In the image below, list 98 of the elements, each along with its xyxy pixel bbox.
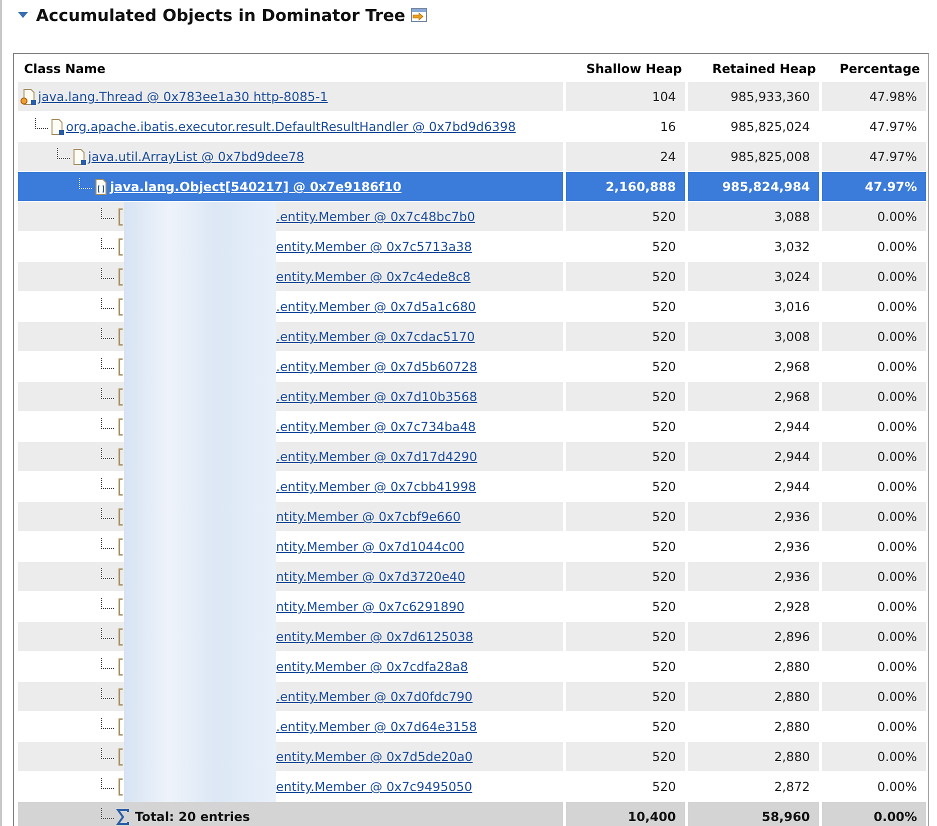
table-cell: 0.00% [822, 322, 926, 352]
object-link[interactable]: .entity.Member @ 0x7d17d4290 [276, 449, 478, 464]
object-link[interactable]: .entity.Member @ 0x7d0fdc790 [276, 689, 473, 704]
tree-connector [100, 778, 114, 792]
table-cell: 47.97% [822, 172, 926, 202]
table-cell: 520 [566, 262, 688, 292]
table-cell: 0.00% [822, 502, 926, 532]
tree-connector [100, 328, 114, 342]
object-link[interactable]: ntity.Member @ 0x7cbf9e660 [276, 509, 461, 524]
tree-connector [100, 208, 114, 222]
table-cell: 0.00% [822, 622, 926, 652]
total-label: Total: 20 entries [135, 809, 250, 824]
tree-connector [100, 568, 114, 582]
table-cell: 0.00% [822, 202, 926, 232]
tree-connector [100, 448, 114, 462]
table-cell: 520 [566, 742, 688, 772]
table-cell: 2,880 [688, 682, 822, 712]
table-cell: 520 [566, 322, 688, 352]
tree-connector [100, 628, 114, 642]
tree-connector [34, 118, 48, 132]
table-cell: 520 [566, 622, 688, 652]
table-cell: 58,960 [688, 802, 822, 826]
window-export-icon[interactable] [410, 7, 428, 23]
table-cell: 10,400 [566, 802, 688, 826]
table-cell: 104 [566, 82, 688, 112]
table-cell: 985,933,360 [688, 82, 822, 112]
sum-icon [114, 808, 132, 826]
table-cell: 0.00% [822, 262, 926, 292]
object-link[interactable]: entity.Member @ 0x7d6125038 [276, 629, 474, 644]
table-cell: 24 [566, 142, 688, 172]
object-link[interactable]: entity.Member @ 0x7c9495050 [276, 779, 472, 794]
tree-connector [100, 718, 114, 732]
table-cell: 3,088 [688, 202, 822, 232]
object-link[interactable]: .entity.Member @ 0x7d64e3158 [276, 719, 477, 734]
table-cell: 520 [566, 682, 688, 712]
table-cell: 2,896 [688, 622, 822, 652]
object-link[interactable]: ntity.Member @ 0x7c6291890 [276, 599, 464, 614]
object-link[interactable]: entity.Member @ 0x7c5713a38 [276, 239, 472, 254]
object-link[interactable]: ntity.Member @ 0x7d3720e40 [276, 569, 466, 584]
object-link[interactable]: .entity.Member @ 0x7d5b60728 [276, 359, 478, 374]
table-cell: 520 [566, 202, 688, 232]
table-cell: 47.98% [822, 82, 926, 112]
table-cell: 520 [566, 382, 688, 412]
thread-object-icon [20, 88, 38, 106]
tree-connector [100, 808, 114, 822]
object-link[interactable]: .entity.Member @ 0x7d5a1c680 [276, 299, 476, 314]
table-cell: 520 [566, 562, 688, 592]
table-cell: 3,024 [688, 262, 822, 292]
tree-connector [100, 298, 114, 312]
object-link[interactable]: .entity.Member @ 0x7d10b3568 [276, 389, 478, 404]
column-header[interactable]: Retained Heap [712, 60, 816, 76]
tree-connector [100, 268, 114, 282]
collapse-triangle-icon[interactable] [18, 12, 28, 18]
tree-connector [100, 508, 114, 522]
tree-connector [100, 658, 114, 672]
object-link[interactable]: .entity.Member @ 0x7cdac5170 [276, 329, 475, 344]
tree-connector [100, 418, 114, 432]
table-cell: 0.00% [822, 382, 926, 412]
table-cell: 2,936 [688, 562, 822, 592]
object-link[interactable]: org.apache.ibatis.executor.result.DefaultResultHandler @ 0x7bd9d6398 [66, 119, 516, 134]
object-link[interactable]: .entity.Member @ 0x7c734ba48 [276, 419, 476, 434]
tree-connector [100, 538, 114, 552]
table-cell: 2,160,888 [566, 172, 688, 202]
table-cell: 0.00% [822, 442, 926, 472]
tree-connector [100, 238, 114, 252]
tree-connector [100, 688, 114, 702]
tree-connector [100, 748, 114, 762]
tree-connector [100, 478, 114, 492]
table-cell: 47.97% [822, 142, 926, 172]
object-link[interactable]: java.util.ArrayList @ 0x7bd9dee78 [88, 149, 304, 164]
section-title: Accumulated Objects in Dominator Tree [36, 6, 406, 24]
table-cell: 0.00% [822, 562, 926, 592]
table-cell: 985,824,984 [688, 172, 822, 202]
table-cell: 3,008 [688, 322, 822, 352]
tree-connector [100, 598, 114, 612]
table-cell: 0.00% [822, 682, 926, 712]
object-link[interactable]: ntity.Member @ 0x7d1044c00 [276, 539, 464, 554]
table-cell: 520 [566, 502, 688, 532]
column-header[interactable]: Shallow Heap [586, 60, 682, 76]
table-cell: 0.00% [822, 802, 926, 826]
tree-connector [78, 178, 92, 192]
object-link[interactable]: entity.Member @ 0x7c4ede8c8 [276, 269, 471, 284]
table-cell: 2,880 [688, 742, 822, 772]
tree-connector [100, 358, 114, 372]
table-cell: 520 [566, 442, 688, 472]
table-cell: 2,944 [688, 442, 822, 472]
object-link[interactable]: .entity.Member @ 0x7c48bc7b0 [276, 209, 476, 224]
table-cell: 2,968 [688, 382, 822, 412]
table-cell: 985,825,008 [688, 142, 822, 172]
tree-connector [100, 388, 114, 402]
table-cell: 2,936 [688, 502, 822, 532]
column-header[interactable]: Percentage [840, 60, 920, 76]
object-link[interactable]: entity.Member @ 0x7cdfa28a8 [276, 659, 468, 674]
table-cell: 0.00% [822, 742, 926, 772]
tree-connector [56, 148, 70, 162]
object-link[interactable]: .entity.Member @ 0x7cbb41998 [276, 479, 476, 494]
object-link[interactable]: entity.Member @ 0x7d5de20a0 [276, 749, 473, 764]
column-header[interactable]: Class Name [24, 60, 106, 76]
